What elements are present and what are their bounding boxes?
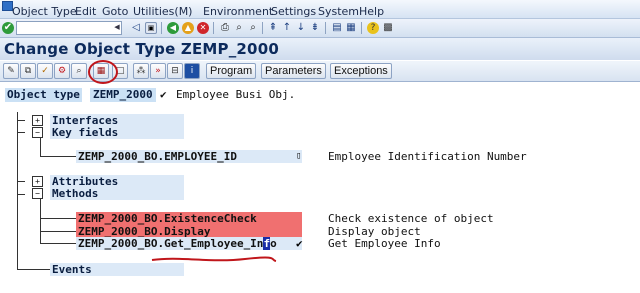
search-icon[interactable]: ⌕ [71,63,87,79]
edit-icon[interactable]: ✎ [3,63,19,79]
delete-icon[interactable]: ⊟ [167,63,183,79]
system-toolbar: ✔ ◀ ◁ ▣ ◀ ▲ ✕ ⎙ ⌕ ⌕ ⇞ ↑ ↓ ⇟ ▤ ▦ ? ▩ [0,19,640,38]
object-status-check: ✔ [160,88,167,101]
program-button[interactable]: Program [206,63,257,79]
new-session-icon[interactable]: ▤ [331,22,343,34]
method-name-suffix: o [270,237,277,250]
tree-line [40,243,76,244]
tree-line [17,132,25,133]
tree-node-methods[interactable]: Methods [52,187,98,200]
command-field[interactable] [16,21,122,35]
separator [262,22,263,34]
tree-line [17,112,18,269]
check-icon[interactable]: ✓ [37,63,53,79]
annotation-circle [88,60,118,84]
title-bar: Change Object Type ZEMP_2000 [0,38,640,60]
expand-icon[interactable]: + [32,176,43,187]
tree-line [40,218,76,219]
find-next-icon[interactable]: ⌕ [247,22,259,34]
object-type-tree: Object type ZEMP_2000 ✔ Employee Busi Ob… [0,82,640,293]
tree-node-events[interactable]: Events [52,263,92,276]
method-name-prefix: ZEMP_2000_BO.Get_Employee_In [78,237,264,250]
separator [213,22,214,34]
command-history-icon[interactable]: ◀ [112,22,122,32]
save-icon[interactable]: ▣ [145,22,157,34]
customize-layout-icon[interactable]: ▩ [382,22,394,34]
previous-page-icon[interactable]: ↑ [281,22,293,34]
menu-utilities[interactable]: Utilities(M) [133,5,192,18]
object-type-label: Object type [5,88,82,102]
method-status-check: ✔ [296,237,303,250]
method-description: Check existence of object [328,212,494,225]
menu-settings[interactable]: Settings [271,5,316,18]
menu-bar: Object Type Edit Goto Utilities(M) Envir… [0,0,640,19]
delegate-icon[interactable]: » [150,63,166,79]
exit-icon[interactable]: ▲ [182,22,194,34]
menu-system[interactable]: System [318,5,359,18]
object-type-description: Employee Busi Obj. [176,88,296,101]
method-description: Get Employee Info [328,237,441,250]
next-page-icon[interactable]: ↓ [295,22,307,34]
collapse-icon[interactable]: − [32,127,43,138]
menu-object-type[interactable]: Object Type [12,5,77,18]
menu-edit[interactable]: Edit [75,5,96,18]
where-used-icon[interactable]: ⁂ [133,63,149,79]
tree-line [17,194,25,195]
tree-line [17,120,25,121]
collapse-icon[interactable]: − [32,188,43,199]
info-icon[interactable]: i [184,63,200,79]
shortcut-icon[interactable]: ▦ [345,22,357,34]
key-field-employee-id[interactable]: ZEMP_2000_BO.EMPLOYEE_ID [78,150,237,163]
menu-goto[interactable]: Goto [102,5,128,18]
display-icon[interactable]: ⧉ [20,63,36,79]
expand-icon[interactable]: + [32,115,43,126]
history-back-icon[interactable]: ◁ [130,22,142,34]
tree-node-key-fields[interactable]: Key fields [52,126,118,139]
object-type-value[interactable]: ZEMP_2000 [90,88,156,102]
method-get-employee-info[interactable]: ZEMP_2000_BO.Get_Employee_Info [78,237,277,250]
first-page-icon[interactable]: ⇞ [267,22,279,34]
separator [325,22,326,34]
tree-line [40,199,41,244]
test-icon[interactable]: ⚙ [54,63,70,79]
parameters-button[interactable]: Parameters [261,63,326,79]
tree-line [17,181,25,182]
find-icon[interactable]: ⌕ [233,22,245,34]
separator [361,22,362,34]
key-field-description: Employee Identification Number [328,150,527,163]
tree-line [40,137,41,156]
separator [161,22,162,34]
tree-line [40,231,76,232]
method-existence-check[interactable]: ZEMP_2000_BO.ExistenceCheck [78,212,257,225]
tree-line [40,156,76,157]
cancel-icon[interactable]: ✕ [197,22,209,34]
print-icon[interactable]: ⎙ [219,22,231,34]
help-icon[interactable]: ? [367,22,379,34]
back-icon[interactable]: ◀ [167,22,179,34]
page-title: Change Object Type ZEMP_2000 [4,40,279,58]
menu-help[interactable]: Help [359,5,384,18]
tree-line [17,269,51,270]
document-icon: ▯ [296,151,302,161]
menu-environment[interactable]: Environment [203,5,273,18]
exceptions-button[interactable]: Exceptions [330,63,392,79]
last-page-icon[interactable]: ⇟ [309,22,321,34]
enter-icon[interactable]: ✔ [2,22,14,34]
